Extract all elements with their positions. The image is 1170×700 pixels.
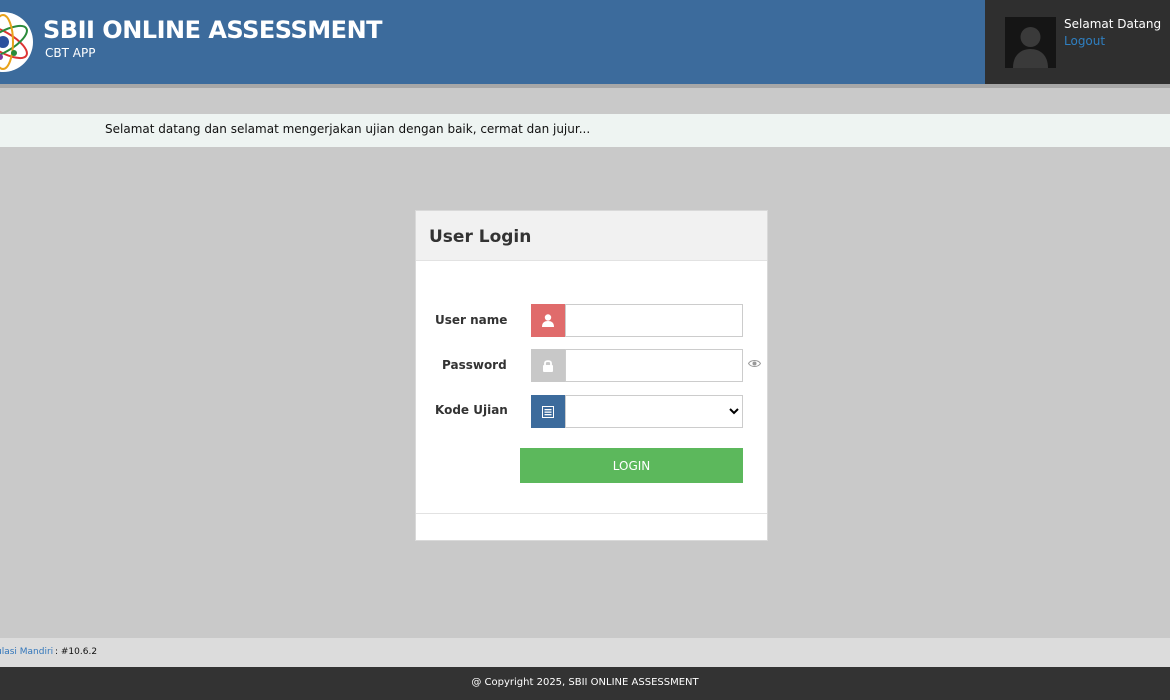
brand-subtitle: CBT APP — [45, 46, 96, 60]
exam-code-select[interactable] — [565, 395, 743, 428]
app-header: SBII ONLINE ASSESSMENT CBT APP Selamat D… — [0, 0, 1170, 85]
password-label: Password — [442, 358, 507, 372]
exam-code-label: Kode Ujian — [435, 403, 508, 417]
password-input[interactable] — [565, 349, 743, 382]
username-input[interactable] — [565, 304, 743, 337]
login-title: User Login — [429, 227, 532, 247]
announcement-text: Selamat datang dan selamat mengerjakan u… — [105, 122, 591, 136]
header-divider — [0, 84, 1170, 88]
user-icon — [531, 304, 565, 337]
login-button[interactable]: LOGIN — [520, 448, 743, 483]
status-bar: ulasi Mandiri : #10.6.2 — [0, 638, 1170, 667]
user-silhouette-icon — [1005, 17, 1056, 68]
user-panel: Selamat Datang Logout — [985, 0, 1170, 85]
eye-icon[interactable] — [748, 359, 761, 368]
version-text: : #10.6.2 — [55, 647, 98, 657]
login-panel-header: User Login — [416, 211, 767, 261]
copyright-text: @ Copyright 2025, SBII ONLINE ASSESSMENT — [471, 677, 699, 688]
welcome-text: Selamat Datang — [1064, 17, 1162, 31]
lock-icon — [531, 349, 565, 382]
login-panel: User Login User name Password Kode Ujian… — [415, 210, 768, 541]
status-link[interactable]: ulasi Mandiri — [0, 647, 53, 657]
logout-link[interactable]: Logout — [1064, 34, 1105, 48]
announcement-bar: Selamat datang dan selamat mengerjakan u… — [0, 114, 1170, 147]
username-label: User name — [435, 313, 508, 327]
atom-logo-icon — [0, 12, 33, 72]
brand-title: SBII ONLINE ASSESSMENT — [43, 16, 383, 44]
list-icon — [531, 395, 565, 428]
page-footer: @ Copyright 2025, SBII ONLINE ASSESSMENT — [0, 667, 1170, 700]
login-panel-footer-divider — [416, 513, 767, 514]
